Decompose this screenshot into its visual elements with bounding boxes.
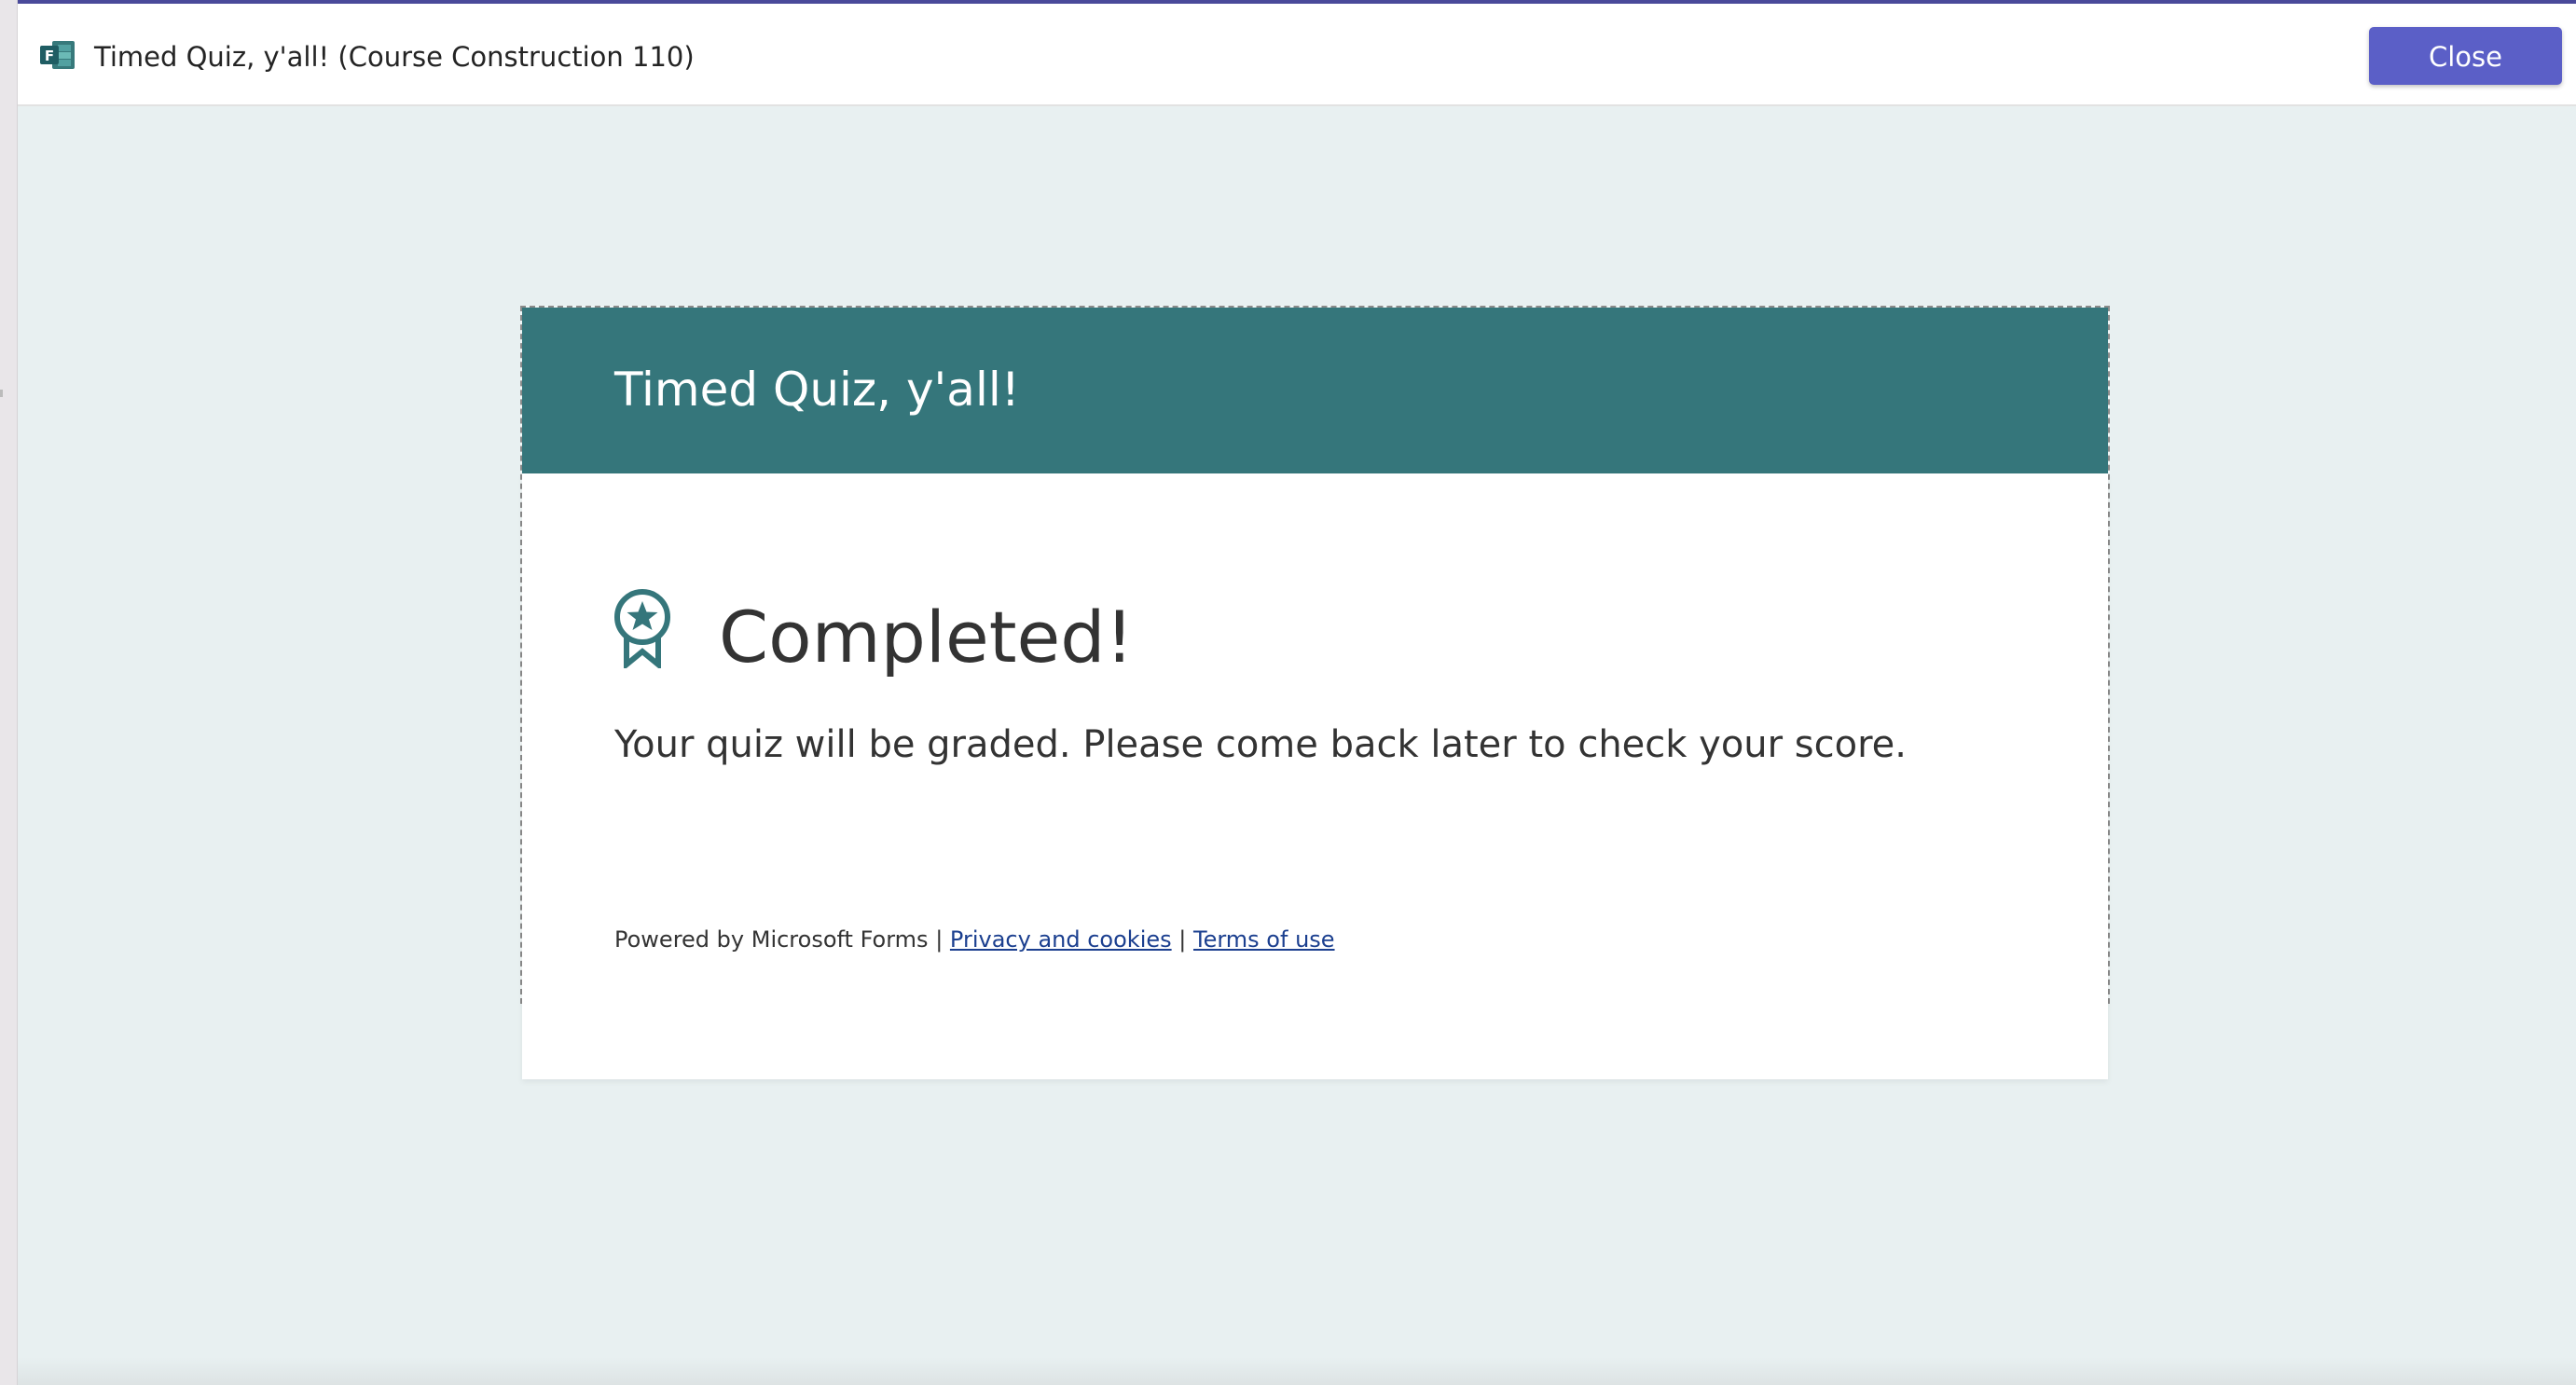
form-canvas: Timed Quiz, y'all! Completed! Your quiz … — [18, 106, 2576, 1385]
form-card: Timed Quiz, y'all! Completed! Your quiz … — [520, 306, 2110, 1079]
completion-panel — [522, 473, 2108, 1079]
left-rail — [0, 0, 18, 1385]
dialog-titlebar: F Timed Quiz, y'all! (Course Constructio… — [18, 4, 2576, 106]
form-footer: Powered by Microsoft Forms | Privacy and… — [614, 925, 1335, 954]
award-ribbon-icon — [614, 589, 670, 668]
svg-text:F: F — [45, 48, 54, 64]
footer-separator: | — [935, 926, 944, 953]
powered-by-text: Powered by Microsoft Forms — [614, 926, 929, 953]
form-header-banner: Timed Quiz, y'all! — [522, 308, 2108, 473]
form-title: Timed Quiz, y'all! — [614, 363, 1020, 417]
terms-link[interactable]: Terms of use — [1193, 926, 1335, 953]
grading-message: Your quiz will be graded. Please come ba… — [614, 723, 1907, 766]
close-button[interactable]: Close — [2369, 27, 2562, 85]
privacy-link[interactable]: Privacy and cookies — [950, 926, 1172, 953]
window-title: Timed Quiz, y'all! (Course Construction … — [94, 41, 695, 73]
bottom-shadow — [18, 1357, 2576, 1385]
completed-heading: Completed! — [719, 596, 1134, 679]
rail-notch — [0, 390, 3, 397]
microsoft-forms-icon: F — [40, 41, 75, 69]
footer-separator: | — [1178, 926, 1187, 953]
